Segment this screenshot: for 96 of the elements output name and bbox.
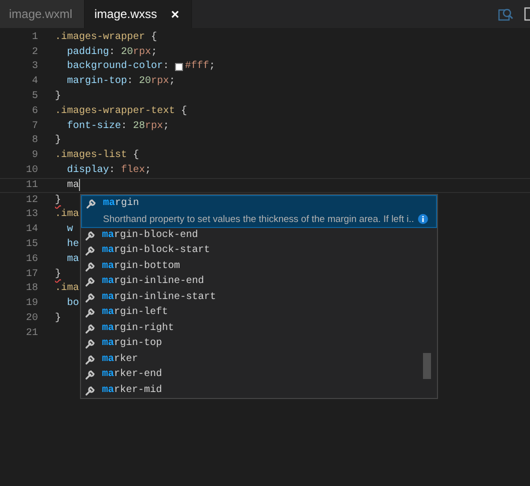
wrench-icon bbox=[85, 369, 96, 380]
line-number: 7 bbox=[30, 120, 38, 132]
code-token: : bbox=[121, 120, 128, 132]
wrench-icon bbox=[85, 245, 96, 256]
line-number: 6 bbox=[30, 106, 38, 117]
code-token: { bbox=[132, 150, 140, 162]
line-number: 13 bbox=[24, 209, 38, 220]
code-token: } bbox=[55, 313, 62, 324]
code-token: } bbox=[55, 135, 62, 146]
wrench-icon bbox=[86, 198, 97, 210]
line-number: 21 bbox=[24, 328, 38, 339]
code-token: display bbox=[66, 165, 110, 176]
wrench-icon bbox=[85, 292, 96, 303]
suggestion-item[interactable]: marker bbox=[102, 354, 138, 365]
code-token: w bbox=[66, 224, 74, 236]
suggestion-item[interactable]: margin bbox=[103, 198, 140, 210]
wrench-icon bbox=[85, 384, 96, 396]
code-token: : bbox=[109, 165, 116, 176]
search-icon[interactable] bbox=[498, 7, 514, 21]
code-token: padding bbox=[66, 46, 110, 58]
line-number: 15 bbox=[24, 239, 38, 250]
code-token: } bbox=[55, 194, 62, 206]
suggestion-item[interactable]: margin-block-end bbox=[102, 230, 198, 241]
code-token: rpx bbox=[145, 120, 164, 132]
line-number: 4 bbox=[30, 76, 38, 88]
wrench-icon bbox=[85, 230, 96, 241]
code-token: : bbox=[163, 61, 170, 72]
code-token: ; bbox=[169, 76, 176, 88]
code-token: .ima bbox=[55, 209, 80, 220]
suggestion-detail: Shorthand property to set values the thickness of the margin area. If left i.. bbox=[103, 214, 414, 224]
editor-tab[interactable]: image.wxml bbox=[0, 0, 86, 28]
split-editor-icon[interactable] bbox=[524, 7, 530, 21]
suggestion-item[interactable]: marker-mid bbox=[102, 384, 162, 396]
code-token: ma bbox=[66, 180, 80, 191]
code-token: bo bbox=[66, 298, 80, 310]
line-number: 14 bbox=[24, 224, 38, 236]
suggestion-item[interactable]: margin-block-start bbox=[102, 245, 210, 256]
code-token: } bbox=[55, 91, 62, 102]
wrench-icon bbox=[85, 276, 96, 288]
code-token: ; bbox=[145, 165, 152, 176]
code-token: { bbox=[150, 32, 158, 43]
code-token: .images-wrapper-text bbox=[55, 106, 176, 117]
wrench-icon bbox=[85, 260, 96, 272]
code-token: } bbox=[55, 268, 62, 280]
line-number: 12 bbox=[24, 194, 38, 206]
wrench-icon bbox=[85, 322, 96, 334]
code-token: ; bbox=[163, 120, 170, 132]
wrench-icon bbox=[85, 338, 96, 350]
wrench-icon bbox=[85, 354, 96, 365]
code-token: rpx bbox=[133, 46, 152, 58]
suggestion-item[interactable]: margin-right bbox=[102, 322, 174, 334]
info-icon[interactable] bbox=[418, 214, 428, 224]
code-token: ; bbox=[151, 46, 158, 58]
line-number: 16 bbox=[24, 254, 38, 265]
code-token: 28 bbox=[133, 120, 146, 132]
code-token: { bbox=[180, 106, 188, 117]
suggestion-item[interactable]: marker-end bbox=[102, 369, 162, 380]
code-token: 20 bbox=[139, 76, 152, 88]
suggestion-item[interactable]: margin-inline-end bbox=[102, 276, 204, 288]
code-token: .images-list bbox=[55, 150, 128, 162]
code-token: .images-wrapper bbox=[55, 32, 146, 43]
line-number: 20 bbox=[24, 313, 38, 324]
code-token: : bbox=[127, 76, 134, 88]
line-number: 19 bbox=[24, 298, 38, 310]
code-token: ; bbox=[209, 61, 216, 72]
close-icon[interactable]: × bbox=[171, 6, 180, 22]
suggestion-item[interactable]: margin-bottom bbox=[102, 260, 180, 272]
line-number: 17 bbox=[24, 268, 38, 280]
suggestion-item[interactable]: margin-inline-start bbox=[102, 292, 216, 303]
text-cursor bbox=[79, 179, 80, 192]
wrench-icon bbox=[85, 307, 96, 318]
line-number: 2 bbox=[30, 46, 38, 58]
code-token: #fff bbox=[185, 61, 210, 72]
line-number: 3 bbox=[30, 61, 38, 72]
code-token: he bbox=[66, 239, 80, 250]
code-token: rpx bbox=[151, 76, 170, 88]
suggestion-item[interactable]: margin-top bbox=[102, 338, 162, 350]
code-token: .ima bbox=[55, 283, 80, 294]
line-number: 5 bbox=[30, 91, 38, 102]
line-number: 18 bbox=[24, 283, 38, 294]
code-token: margin-top bbox=[66, 76, 128, 88]
code-token: font-size bbox=[66, 120, 122, 132]
color-swatch[interactable] bbox=[175, 62, 184, 71]
line-number: 11 bbox=[24, 180, 38, 191]
editor-tab[interactable]: image.wxss × bbox=[85, 0, 192, 28]
line-number: 1 bbox=[30, 32, 38, 43]
code-token: background-color bbox=[66, 61, 164, 72]
scrollbar-thumb[interactable] bbox=[423, 353, 431, 379]
line-number: 9 bbox=[30, 150, 38, 162]
code-token: 20 bbox=[121, 46, 134, 58]
line-number: 10 bbox=[24, 165, 38, 176]
suggestion-item[interactable]: margin-left bbox=[102, 307, 168, 318]
code-token: flex bbox=[121, 165, 146, 176]
code-token: ma bbox=[66, 254, 80, 265]
line-number: 8 bbox=[30, 135, 38, 146]
code-token: : bbox=[109, 46, 116, 58]
